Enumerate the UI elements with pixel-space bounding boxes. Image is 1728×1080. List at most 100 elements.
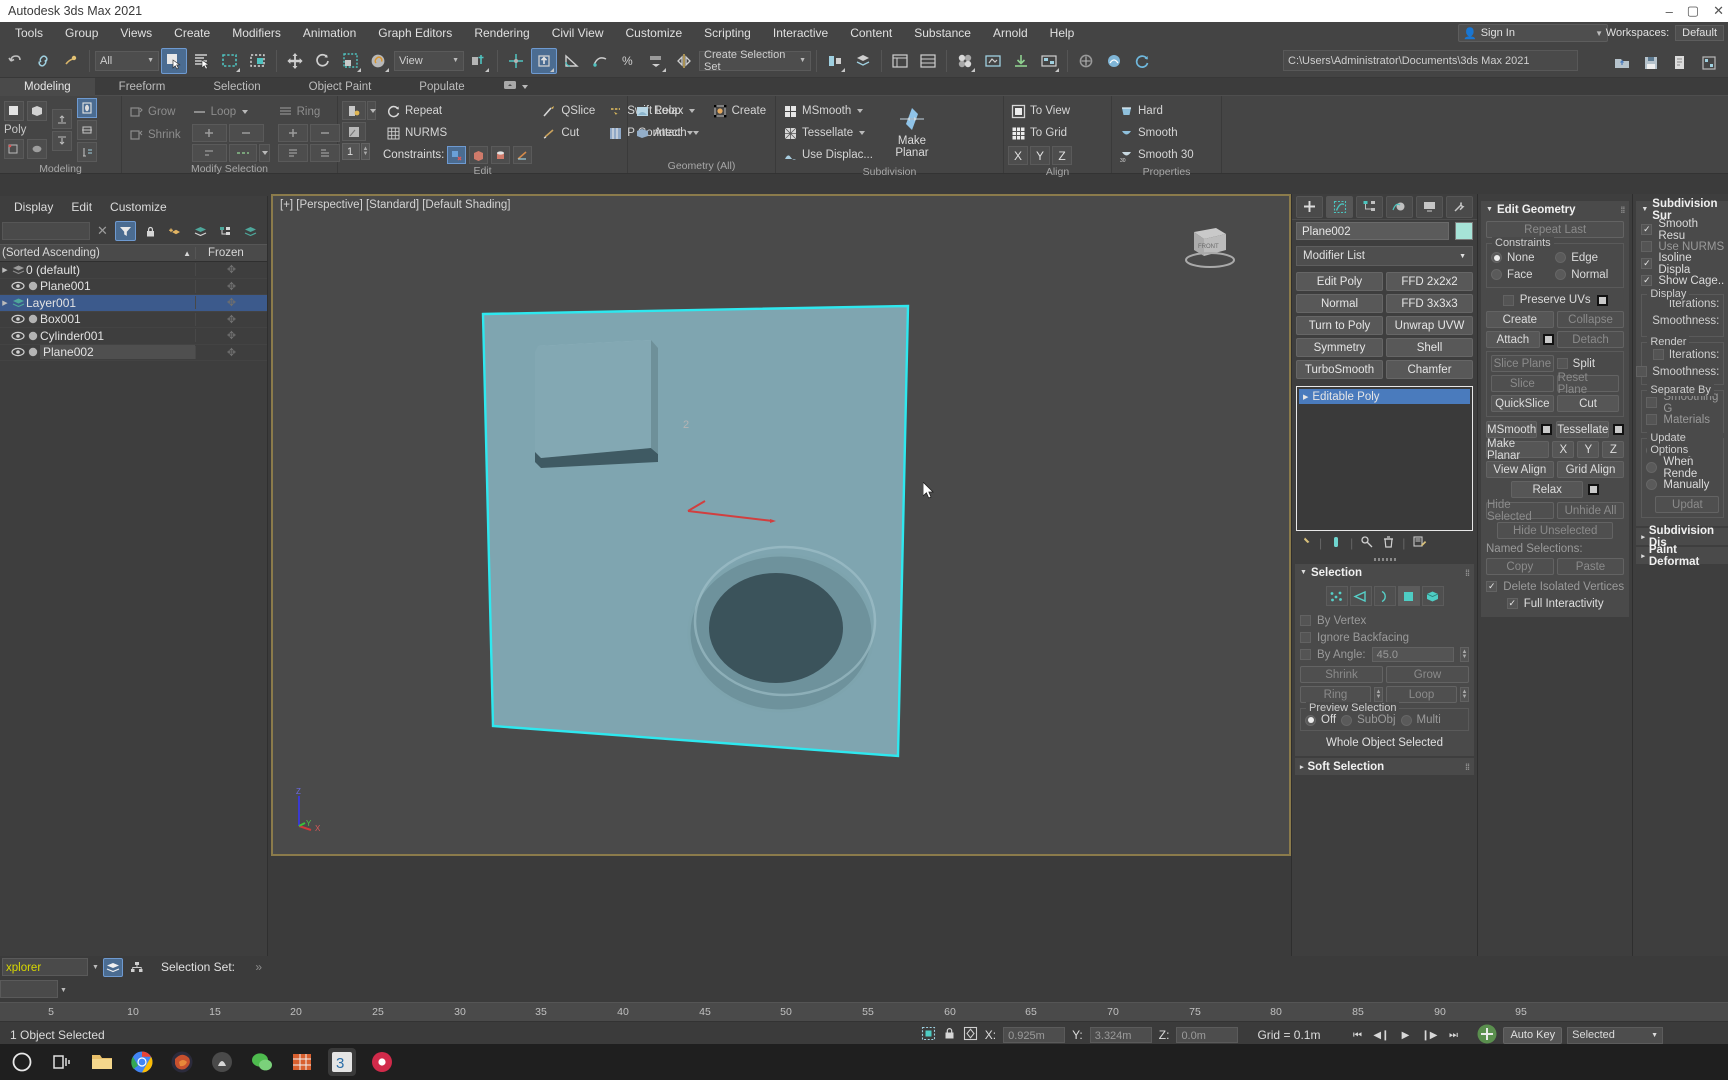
task-view-icon[interactable] xyxy=(48,1048,76,1076)
ring-spinner[interactable]: ▲ ▼ xyxy=(1374,687,1383,702)
tessellate-button[interactable]: Tessellate xyxy=(1556,421,1610,438)
loop-shrink-icon[interactable] xyxy=(228,124,264,142)
angle-snap-icon[interactable] xyxy=(559,48,585,74)
menu-item-animation[interactable]: Animation xyxy=(292,24,367,42)
chevron-down-icon[interactable]: ▼ xyxy=(92,964,99,971)
polygon-subobject-icon[interactable] xyxy=(4,101,24,121)
vertex-subobject-icon[interactable] xyxy=(4,139,24,159)
polygon-icon[interactable] xyxy=(1397,586,1420,606)
smooth-result-checkbox[interactable]: ✓ Smooth Resu xyxy=(1641,218,1724,242)
menu-item-rendering[interactable]: Rendering xyxy=(463,24,540,42)
by-angle-checkbox[interactable]: By Angle: 45.0 ▲ ▼ xyxy=(1300,646,1469,663)
absolute-relative-icon[interactable] xyxy=(963,1026,978,1044)
eye-icon[interactable] xyxy=(10,347,26,357)
modifier-stack[interactable]: ▶ Editable Poly xyxy=(1296,386,1473,531)
modifier-stack-item-editable-poly[interactable]: ▶ Editable Poly xyxy=(1299,389,1470,404)
constraint-none-icon[interactable] xyxy=(447,146,467,164)
chrome-icon[interactable] xyxy=(128,1048,156,1076)
freeze-toggle[interactable]: ✥ xyxy=(195,263,267,277)
sign-in-button[interactable]: 👤 Sign In ▼ xyxy=(1458,24,1608,42)
menu-item-interactive[interactable]: Interactive xyxy=(762,24,839,42)
undo-icon[interactable] xyxy=(2,48,28,74)
render-setup-icon[interactable] xyxy=(980,48,1006,74)
explorer-name-field[interactable]: xplorer xyxy=(2,958,88,976)
align-icon[interactable] xyxy=(822,48,848,74)
repeat-button[interactable]: Repeat xyxy=(383,101,532,121)
ribbon-tab-modeling[interactable]: Modeling xyxy=(0,77,95,96)
select-object-icon[interactable] xyxy=(161,47,187,74)
menu-item-scripting[interactable]: Scripting xyxy=(693,24,762,42)
clear-search-icon[interactable]: ✕ xyxy=(94,223,111,239)
close-icon[interactable]: ✕ xyxy=(1713,3,1724,19)
explorer-column-frozen[interactable]: Frozen xyxy=(195,247,267,259)
modifier-ffd-2x2x2-button[interactable]: FFD 2x2x2 xyxy=(1386,272,1473,291)
modifier-shell-button[interactable]: Shell xyxy=(1386,338,1473,357)
grow-button[interactable]: Grow xyxy=(126,102,184,122)
menu-item-help[interactable]: Help xyxy=(1039,24,1086,42)
go-to-start-icon[interactable]: ⏮ xyxy=(1348,1026,1366,1044)
select-and-place-icon[interactable] xyxy=(366,48,392,74)
settings-stack-icon[interactable] xyxy=(77,142,97,162)
render-iterations-checkbox[interactable] xyxy=(1652,349,1664,360)
previous-frame-icon[interactable]: ◀❙ xyxy=(1372,1026,1390,1044)
make-planar-z-button[interactable]: Z xyxy=(1602,441,1625,458)
spinner-snap-icon[interactable] xyxy=(587,48,613,74)
ring-grow-icon[interactable] xyxy=(277,124,308,142)
lock-icon[interactable] xyxy=(943,1026,956,1044)
play-animation-icon[interactable]: ▶ xyxy=(1396,1026,1414,1044)
loop-flyout-icon[interactable] xyxy=(258,144,270,162)
cut-button[interactable]: Cut xyxy=(1556,395,1620,412)
menu-item-modifiers[interactable]: Modifiers xyxy=(221,24,292,42)
menu-item-group[interactable]: Group xyxy=(54,24,109,42)
reset-plane-button[interactable]: Reset Plane xyxy=(1556,372,1620,396)
app-dark-icon[interactable] xyxy=(208,1048,236,1076)
by-angle-spinner[interactable]: ▲ ▼ xyxy=(1460,647,1469,662)
manually-radio-row[interactable]: Manually xyxy=(1646,476,1719,493)
to-grid-button[interactable]: To Grid xyxy=(1008,123,1070,143)
pin-stack-icon[interactable] xyxy=(1298,535,1312,552)
materials-checkbox[interactable]: Materials xyxy=(1646,411,1719,428)
lock-icon[interactable] xyxy=(140,221,161,241)
preserve-uvs-checkbox[interactable] xyxy=(1502,294,1514,306)
modifier-turn-to-poly-button[interactable]: Turn to Poly xyxy=(1296,316,1383,335)
rectangular-selection-region-icon[interactable] xyxy=(217,48,243,74)
loop-shift-icon[interactable] xyxy=(191,144,227,162)
viewport[interactable]: [+] [Perspective] [Standard] [Default Sh… xyxy=(271,194,1291,856)
create-tab[interactable] xyxy=(1296,195,1323,218)
show-cage-icon[interactable] xyxy=(77,98,97,118)
select-and-scale-icon[interactable] xyxy=(338,48,364,74)
copy-button[interactable]: Copy xyxy=(1486,558,1554,575)
coord-x-field[interactable]: 0.925m xyxy=(1003,1027,1066,1043)
selection-filter-combo[interactable]: All ▼ xyxy=(95,50,159,71)
modifier-turbosmooth-button[interactable]: TurboSmooth xyxy=(1296,360,1383,379)
loop-button[interactable]: Loop xyxy=(192,102,270,122)
loop-dash-icon[interactable] xyxy=(228,144,257,162)
snaps-toggle-icon[interactable] xyxy=(531,47,557,74)
edit-preserve-icon[interactable] xyxy=(342,101,366,120)
select-and-manipulate-icon[interactable] xyxy=(503,48,529,74)
preview-off-radio[interactable] xyxy=(1305,714,1316,726)
shrink-button[interactable]: Shrink xyxy=(1300,666,1383,683)
timeline-ruler[interactable]: 5 10 15 20 25 30 35 40 45 50 55 60 65 70… xyxy=(0,1002,1728,1022)
explorer-menu-customize[interactable]: Customize xyxy=(110,200,167,214)
menu-item-arnold[interactable]: Arnold xyxy=(982,24,1039,42)
object-color-swatch[interactable] xyxy=(1455,222,1473,240)
layer-manager-icon[interactable] xyxy=(915,48,941,74)
element-subobject-icon[interactable] xyxy=(27,101,47,121)
explorer-row-box001[interactable]: Box001 ✥ xyxy=(0,312,267,328)
minimize-icon[interactable]: – xyxy=(1666,4,1673,19)
full-interactivity-checkbox[interactable]: ✓ Full Interactivity xyxy=(1486,595,1624,612)
ring-shrink-icon[interactable] xyxy=(309,124,340,142)
mirror-icon[interactable] xyxy=(671,48,697,74)
shrink-button[interactable]: Shrink xyxy=(126,125,184,145)
ribbon-tab-freeform[interactable]: Freeform xyxy=(95,78,190,96)
chevron-down-icon[interactable]: ▼ xyxy=(60,987,67,994)
msmooth-button[interactable]: MSmooth xyxy=(780,101,876,121)
selection-lock-region-icon[interactable] xyxy=(921,1026,936,1044)
material-editor-icon[interactable] xyxy=(952,48,978,74)
selected-level-combo[interactable]: Selected ▼ xyxy=(1567,1026,1664,1044)
constraint-none-radio[interactable] xyxy=(1491,252,1502,263)
by-vertex-checkbox[interactable]: By Vertex xyxy=(1300,612,1469,629)
panel-resize-grip[interactable] xyxy=(1292,555,1477,564)
menu-item-substance[interactable]: Substance xyxy=(903,24,982,42)
